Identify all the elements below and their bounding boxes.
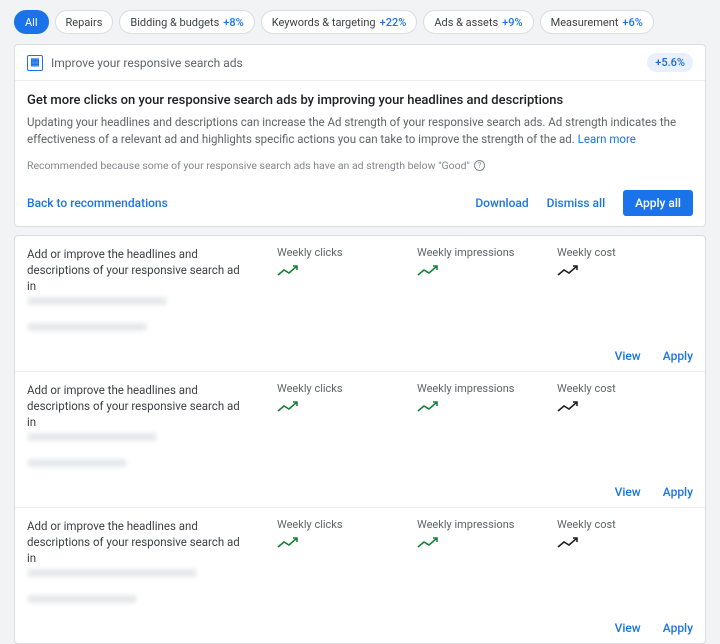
trend-up-icon: [417, 401, 439, 417]
metric-impressions: Weekly impressions: [417, 518, 527, 603]
help-icon[interactable]: ?: [474, 160, 485, 171]
metric-clicks: Weekly clicks: [277, 518, 387, 603]
view-button[interactable]: View: [615, 621, 641, 635]
metric-cost: Weekly cost: [557, 518, 667, 603]
row-description: Add or improve the headlines and descrip…: [27, 518, 247, 603]
apply-button[interactable]: Apply: [663, 621, 693, 635]
apply-all-button[interactable]: Apply all: [623, 190, 693, 216]
chip-keywords[interactable]: Keywords & targeting+22%: [261, 10, 418, 34]
metric-impressions: Weekly impressions: [417, 382, 527, 467]
row-description: Add or improve the headlines and descrip…: [27, 246, 247, 331]
chip-ads[interactable]: Ads & assets+9%: [423, 10, 533, 34]
apply-button[interactable]: Apply: [663, 349, 693, 363]
view-button[interactable]: View: [615, 485, 641, 499]
ad-icon: ▦: [27, 55, 43, 71]
apply-button[interactable]: Apply: [663, 485, 693, 499]
chip-measurement[interactable]: Measurement+6%: [540, 10, 654, 34]
trend-up-icon: [277, 265, 299, 281]
trend-up-icon: [557, 537, 579, 553]
trend-up-icon: [557, 265, 579, 281]
recommendation-card: ▦ Improve your responsive search ads +5.…: [14, 44, 706, 227]
back-link[interactable]: Back to recommendations: [27, 196, 168, 210]
chip-repairs[interactable]: Repairs: [55, 10, 114, 34]
chip-bidding[interactable]: Bidding & budgets+8%: [119, 10, 254, 34]
filter-chips: All Repairs Bidding & budgets+8% Keyword…: [14, 10, 706, 34]
metric-impressions: Weekly impressions: [417, 246, 527, 331]
metric-clicks: Weekly clicks: [277, 382, 387, 467]
card-heading: Get more clicks on your responsive searc…: [27, 93, 693, 108]
metric-cost: Weekly cost: [557, 382, 667, 467]
trend-up-icon: [417, 537, 439, 553]
card-description: Updating your headlines and descriptions…: [27, 114, 693, 149]
list-item: Add or improve the headlines and descrip…: [15, 236, 705, 372]
trend-up-icon: [277, 401, 299, 417]
learn-more-link[interactable]: Learn more: [578, 132, 636, 146]
list-item: Add or improve the headlines and descrip…: [15, 508, 705, 643]
trend-up-icon: [557, 401, 579, 417]
dismiss-all-button[interactable]: Dismiss all: [547, 196, 606, 210]
card-title: Improve your responsive search ads: [51, 56, 243, 70]
recommendation-list: Add or improve the headlines and descrip…: [14, 235, 706, 644]
metric-cost: Weekly cost: [557, 246, 667, 331]
trend-up-icon: [277, 537, 299, 553]
view-button[interactable]: View: [615, 349, 641, 363]
card-header: ▦ Improve your responsive search ads +5.…: [15, 45, 705, 81]
trend-up-icon: [417, 265, 439, 281]
row-description: Add or improve the headlines and descrip…: [27, 382, 247, 467]
chip-all[interactable]: All: [14, 10, 49, 34]
recommendation-reason: Recommended because some of your respons…: [27, 159, 693, 172]
list-item: Add or improve the headlines and descrip…: [15, 372, 705, 508]
score-uplift-badge: +5.6%: [647, 53, 693, 72]
metric-clicks: Weekly clicks: [277, 246, 387, 331]
download-button[interactable]: Download: [475, 196, 528, 210]
